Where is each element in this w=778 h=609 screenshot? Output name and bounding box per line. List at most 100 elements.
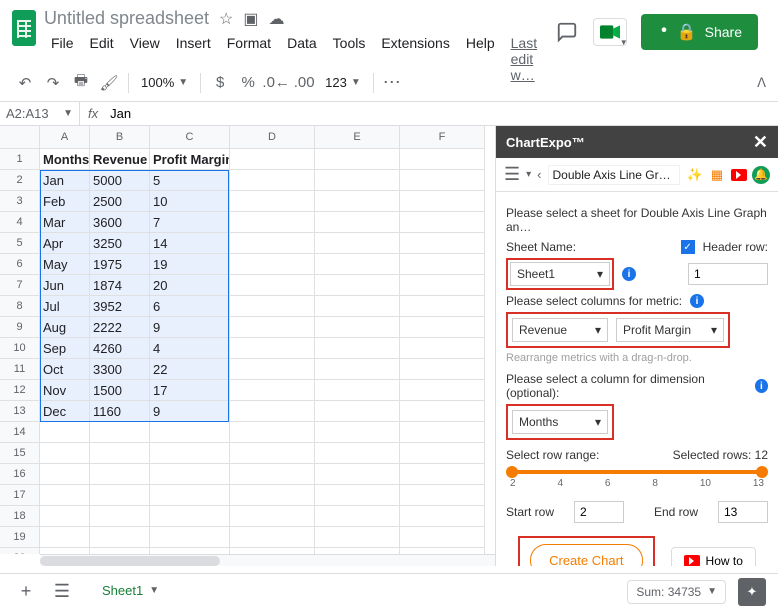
metric1-select[interactable]: Revenue▾ (512, 318, 608, 342)
header-row-checkbox[interactable]: ✓ (681, 240, 695, 254)
row-header[interactable]: 15 (0, 443, 40, 464)
cell[interactable] (400, 359, 485, 380)
cell[interactable] (315, 443, 400, 464)
last-edit-link[interactable]: Last edit w… (504, 31, 555, 87)
spreadsheet-grid[interactable]: A B C D E F 1MonthsRevenueProfit Margin2… (0, 126, 495, 566)
cell[interactable] (230, 170, 315, 191)
more-icon[interactable]: ⋯ (380, 70, 406, 96)
cell[interactable] (400, 296, 485, 317)
collapse-toolbar-icon[interactable]: ᐱ (757, 75, 766, 91)
cell[interactable] (150, 506, 230, 527)
row-header[interactable]: 5 (0, 233, 40, 254)
name-box[interactable]: A2:A13 ▼ (0, 102, 80, 125)
cell[interactable]: Jul (40, 296, 90, 317)
number-format-select[interactable]: 123▼ (319, 75, 367, 90)
cell[interactable]: 3250 (90, 233, 150, 254)
cell[interactable]: Nov (40, 380, 90, 401)
menu-help[interactable]: Help (459, 31, 502, 87)
cell[interactable] (400, 191, 485, 212)
col-header[interactable]: D (230, 126, 315, 149)
redo-icon[interactable]: ↷ (40, 70, 66, 96)
formula-input[interactable] (106, 106, 778, 121)
cell[interactable] (315, 401, 400, 422)
cell[interactable] (230, 149, 315, 170)
info-icon[interactable]: i (755, 379, 768, 393)
info-icon[interactable]: i (690, 294, 704, 308)
cell[interactable] (40, 485, 90, 506)
currency-icon[interactable]: $ (207, 70, 233, 96)
cell[interactable] (230, 422, 315, 443)
cell[interactable]: Sep (40, 338, 90, 359)
row-header[interactable]: 8 (0, 296, 40, 317)
database-icon[interactable]: ▦ (708, 166, 726, 184)
cell[interactable]: Jan (40, 170, 90, 191)
scrollbar-thumb[interactable] (40, 556, 220, 566)
cell[interactable] (90, 443, 150, 464)
cell[interactable] (400, 233, 485, 254)
row-header[interactable]: 11 (0, 359, 40, 380)
notification-icon[interactable]: 🔔 (752, 166, 770, 184)
cell[interactable] (150, 464, 230, 485)
header-row-input[interactable] (688, 263, 768, 285)
cell[interactable] (400, 401, 485, 422)
row-header[interactable]: 17 (0, 485, 40, 506)
cell[interactable]: 17 (150, 380, 230, 401)
start-row-input[interactable] (574, 501, 624, 523)
cell[interactable]: 22 (150, 359, 230, 380)
hamburger-icon[interactable]: ☰ (504, 164, 520, 185)
cell[interactable]: Feb (40, 191, 90, 212)
cell[interactable]: 9 (150, 401, 230, 422)
cell[interactable] (230, 359, 315, 380)
zoom-select[interactable]: 100%▼ (135, 75, 194, 90)
cell[interactable] (400, 170, 485, 191)
row-header[interactable]: 14 (0, 422, 40, 443)
cell[interactable] (150, 422, 230, 443)
cell[interactable] (150, 443, 230, 464)
cell[interactable] (150, 527, 230, 548)
cell[interactable] (400, 338, 485, 359)
cell[interactable] (230, 464, 315, 485)
paint-format-icon[interactable]: 🖌 (96, 70, 122, 96)
cell[interactable] (400, 527, 485, 548)
cell[interactable] (315, 485, 400, 506)
cell[interactable] (315, 464, 400, 485)
create-chart-button[interactable]: Create Chart (530, 544, 642, 566)
row-header[interactable]: 16 (0, 464, 40, 485)
row-header[interactable]: 3 (0, 191, 40, 212)
cell[interactable]: 1160 (90, 401, 150, 422)
cell[interactable]: 10 (150, 191, 230, 212)
cell[interactable] (315, 296, 400, 317)
cell[interactable] (230, 275, 315, 296)
cell[interactable] (315, 212, 400, 233)
share-button[interactable]: 🔒Share (641, 14, 758, 50)
col-header[interactable]: A (40, 126, 90, 149)
cell[interactable]: Mar (40, 212, 90, 233)
col-header[interactable]: B (90, 126, 150, 149)
cell[interactable] (90, 464, 150, 485)
youtube-icon[interactable] (730, 166, 748, 184)
move-folder-icon[interactable]: ▣ (243, 9, 258, 29)
col-header[interactable]: C (150, 126, 230, 149)
cell[interactable] (315, 506, 400, 527)
cell[interactable] (230, 401, 315, 422)
cell[interactable] (400, 275, 485, 296)
howto-button[interactable]: How to (671, 547, 756, 567)
cell[interactable] (90, 506, 150, 527)
row-header[interactable]: 2 (0, 170, 40, 191)
cell[interactable] (230, 443, 315, 464)
magic-wand-icon[interactable]: ✨ (686, 166, 704, 184)
row-header[interactable]: 19 (0, 527, 40, 548)
cell[interactable]: Dec (40, 401, 90, 422)
undo-icon[interactable]: ↶ (12, 70, 38, 96)
cell[interactable]: 7 (150, 212, 230, 233)
sheets-logo-icon[interactable] (12, 10, 36, 46)
cell[interactable]: 4 (150, 338, 230, 359)
cell[interactable]: Jun (40, 275, 90, 296)
cell[interactable] (230, 485, 315, 506)
cell[interactable] (400, 149, 485, 170)
row-range-slider[interactable]: 2 4 6 8 10 13 (506, 462, 768, 491)
star-icon[interactable]: ☆ (219, 9, 233, 29)
decrease-decimal-icon[interactable]: .0← (263, 70, 289, 96)
cell[interactable]: Revenue (90, 149, 150, 170)
cell[interactable] (230, 527, 315, 548)
